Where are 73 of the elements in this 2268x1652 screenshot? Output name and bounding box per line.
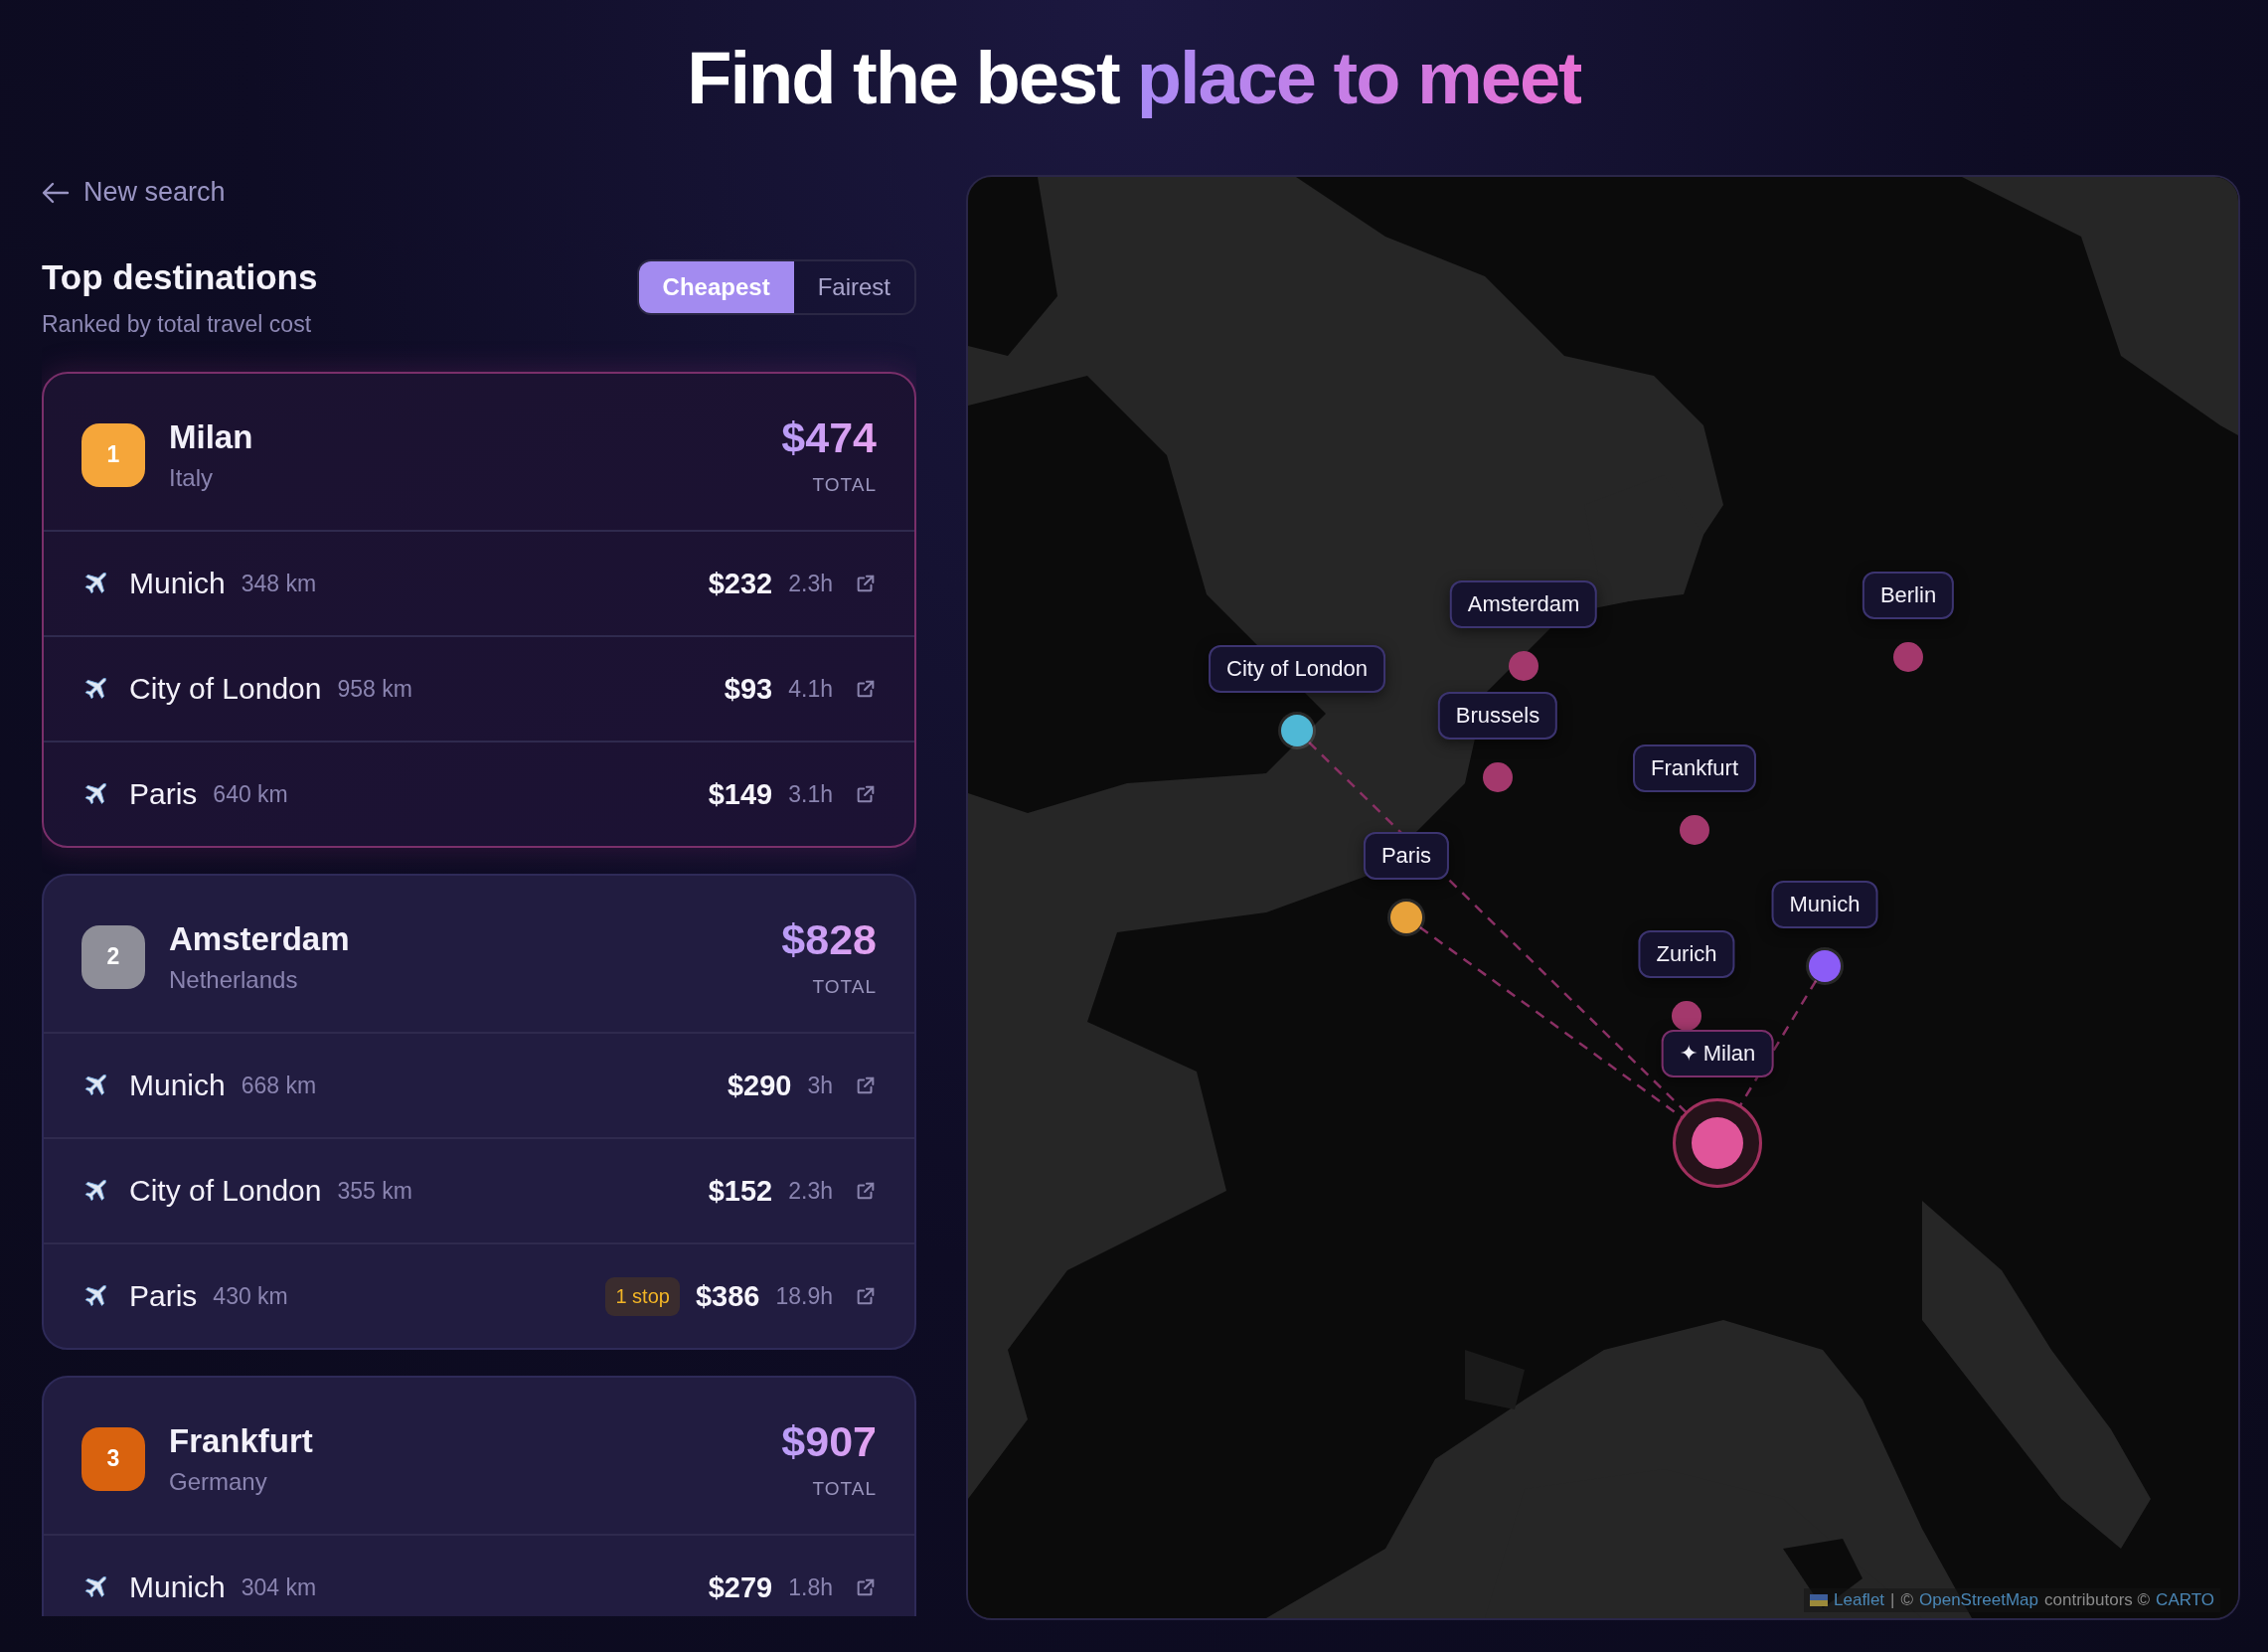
distance-text: 668 km bbox=[241, 1072, 318, 1099]
external-link-icon[interactable] bbox=[855, 1074, 877, 1096]
duration-text: 2.3h bbox=[788, 570, 833, 597]
leg-price: $290 bbox=[727, 1069, 792, 1102]
page-title: Find the best bbox=[687, 36, 1119, 121]
rank-badge: 2 bbox=[81, 924, 145, 989]
new-search-link[interactable]: New search bbox=[83, 177, 226, 208]
sort-tab[interactable]: Fairest bbox=[793, 261, 914, 313]
rank-badge: 1 bbox=[81, 422, 145, 487]
destination-city: Frankfurt bbox=[169, 1421, 314, 1460]
total-label: TOTAL bbox=[812, 474, 877, 496]
map-marker-label[interactable]: Paris bbox=[1363, 832, 1450, 880]
attribution-link[interactable]: Leaflet bbox=[1834, 1590, 1885, 1610]
section-subheading: Ranked by total travel cost bbox=[42, 311, 313, 338]
origin-city: Munich bbox=[129, 567, 226, 600]
attribution-text: | bbox=[1890, 1590, 1895, 1610]
total-label: TOTAL bbox=[812, 976, 877, 998]
origin-city: Paris bbox=[129, 777, 198, 811]
duration-text: 3.1h bbox=[788, 780, 833, 808]
destination-country: Germany bbox=[169, 1467, 268, 1496]
leg-price: $152 bbox=[708, 1174, 773, 1208]
duration-text: 18.9h bbox=[775, 1282, 833, 1310]
attribution-text: contributors © bbox=[2044, 1590, 2151, 1610]
rank-badge: 3 bbox=[81, 1426, 145, 1491]
external-link-icon[interactable] bbox=[855, 678, 877, 700]
attribution-text: © bbox=[1900, 1590, 1913, 1610]
distance-text: 355 km bbox=[337, 1177, 413, 1205]
external-link-icon[interactable] bbox=[855, 1285, 877, 1307]
distance-text: 348 km bbox=[241, 570, 318, 597]
external-link-icon[interactable] bbox=[855, 783, 877, 805]
destination-card[interactable]: 1 Milan Italy $474 TOTAL Munich 348 km $232 2.3h City of London 958 km $93 4.1h Paris 640 km $149 3.1h bbox=[42, 372, 916, 848]
duration-text: 2.3h bbox=[788, 1177, 833, 1205]
destination-city: Amsterdam bbox=[169, 919, 351, 958]
destination-country: Italy bbox=[169, 463, 214, 492]
duration-text: 3h bbox=[807, 1072, 833, 1099]
destination-card[interactable]: 3 Frankfurt Germany $907 TOTAL Munich 304 km $279 1.8h bbox=[42, 1376, 916, 1616]
origin-city: Paris bbox=[129, 1279, 198, 1313]
origin-city: City of London bbox=[129, 672, 322, 706]
external-link-icon[interactable] bbox=[855, 1180, 877, 1202]
map-marker-label[interactable]: Munich bbox=[1771, 881, 1878, 928]
total-label: TOTAL bbox=[812, 1478, 877, 1500]
destination-country: Netherlands bbox=[169, 965, 299, 994]
attribution-link[interactable]: CARTO bbox=[2156, 1590, 2214, 1610]
leg-price: $93 bbox=[724, 672, 773, 706]
distance-text: 430 km bbox=[213, 1282, 289, 1310]
leg-price: $279 bbox=[708, 1570, 773, 1604]
external-link-icon[interactable] bbox=[855, 573, 877, 594]
duration-text: 4.1h bbox=[788, 675, 833, 703]
destination-city: Milan bbox=[169, 417, 254, 456]
leg-price: $386 bbox=[695, 1279, 760, 1313]
back-arrow-icon[interactable] bbox=[42, 180, 70, 205]
external-link-icon[interactable] bbox=[855, 1576, 877, 1598]
map-marker-label[interactable]: Brussels bbox=[1437, 692, 1558, 740]
origin-city: Munich bbox=[129, 1570, 226, 1604]
map-marker-label[interactable]: Zurich bbox=[1638, 930, 1735, 978]
leg-price: $149 bbox=[708, 777, 773, 811]
origin-city: City of London bbox=[129, 1174, 322, 1208]
stops-badge: 1 stop bbox=[605, 1276, 680, 1316]
flag-icon bbox=[1810, 1594, 1828, 1606]
attribution-link[interactable]: OpenStreetMap bbox=[1919, 1590, 2039, 1610]
map-marker-label[interactable]: ✦ Milan bbox=[1661, 1030, 1774, 1077]
destination-card[interactable]: 2 Amsterdam Netherlands $828 TOTAL Munich 668 km $290 3h City of London 355 km $152 2.3h Paris 430 km 1 stop $386 18.9h bbox=[42, 874, 916, 1350]
duration-text: 1.8h bbox=[788, 1573, 833, 1601]
map-marker-label[interactable]: Frankfurt bbox=[1633, 744, 1756, 792]
map-marker-label[interactable]: Amsterdam bbox=[1449, 580, 1598, 628]
leg-price: $232 bbox=[708, 567, 773, 600]
map-marker-label[interactable]: City of London bbox=[1209, 645, 1385, 693]
map-marker-label[interactable]: Berlin bbox=[1862, 572, 1955, 619]
distance-text: 958 km bbox=[337, 675, 413, 703]
distance-text: 640 km bbox=[213, 780, 289, 808]
section-heading: Top destinations bbox=[42, 257, 318, 297]
origin-city: Munich bbox=[129, 1069, 226, 1102]
distance-text: 304 km bbox=[241, 1573, 318, 1601]
